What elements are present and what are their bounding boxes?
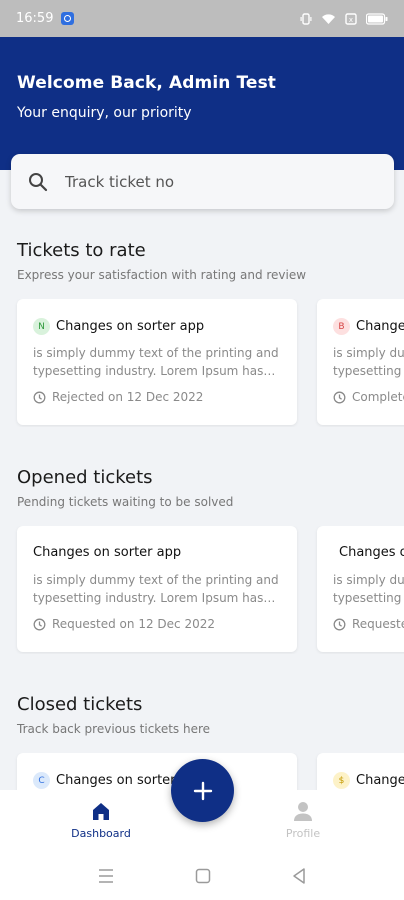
ticket-date: Requested on 12 Dec 2022 — [52, 617, 215, 631]
person-icon — [294, 802, 312, 821]
clock-icon — [333, 618, 346, 630]
back-icon[interactable] — [291, 867, 307, 885]
clock-icon — [333, 391, 346, 403]
ticket-card[interactable]: Changes on sorter app is simply dummy te… — [17, 526, 297, 652]
wifi-icon — [322, 13, 335, 24]
nav-profile[interactable]: Profile — [263, 800, 343, 840]
ticket-description: is simply dummy text of the printing and… — [33, 573, 279, 605]
svg-text:x: x — [349, 16, 353, 24]
clock-icon — [33, 618, 46, 630]
ticket-date: Rejected on 12 Dec 2022 — [52, 390, 204, 404]
search-bar[interactable] — [11, 154, 394, 209]
section-subtitle: Express your satisfaction with rating an… — [17, 268, 307, 282]
nav-label: Profile — [285, 827, 321, 840]
clock-icon — [33, 391, 46, 403]
section-title: Opened tickets — [17, 467, 153, 488]
status-badge: C — [33, 772, 50, 789]
header: Welcome Back, Admin Test Your enquiry, o… — [0, 37, 404, 170]
ticket-date: Requested on 12 Dec 2022 — [352, 617, 404, 631]
battery-icon — [366, 12, 388, 25]
ticket-card[interactable]: Changes on sorter app is simply dummy te… — [317, 526, 404, 652]
ticket-title: Changes on sorter app — [56, 319, 205, 334]
sim-icon: x — [345, 12, 357, 25]
recents-icon[interactable] — [98, 867, 114, 885]
home-button-icon[interactable] — [195, 867, 211, 885]
welcome-title: Welcome Back, Admin Test — [17, 73, 277, 93]
ticket-date: Completed on 12 Dec 2022 — [352, 390, 404, 404]
search-icon — [29, 172, 48, 191]
status-icons: x — [300, 12, 388, 25]
status-bar: 16:59 x — [0, 0, 404, 37]
ticket-card[interactable]: N Changes on sorter app is simply dummy … — [17, 299, 297, 425]
nav-label: Dashboard — [71, 827, 131, 840]
section-subtitle: Track back previous tickets here — [17, 722, 211, 736]
ticket-title: Changes on sorter app — [339, 545, 404, 560]
ticket-title: Changes on sorter app — [356, 773, 404, 788]
section-subtitle: Pending tickets waiting to be solved — [17, 495, 234, 509]
section-title: Closed tickets — [17, 694, 143, 715]
ticket-description: is simply dummy text of the printing and… — [333, 346, 404, 378]
ticket-title: Changes on sorter app — [33, 545, 182, 560]
card-carousel[interactable]: Changes on sorter app is simply dummy te… — [0, 526, 404, 654]
ticket-description: is simply dummy text of the printing and… — [33, 346, 279, 378]
system-navigation — [0, 852, 404, 900]
welcome-subtitle: Your enquiry, our priority — [17, 105, 192, 121]
home-icon — [93, 803, 109, 820]
ticket-card[interactable]: B Changes on sorter app is simply dummy … — [317, 299, 404, 425]
plus-icon — [193, 781, 212, 800]
search-input[interactable] — [65, 172, 365, 191]
section-title: Tickets to rate — [17, 240, 146, 261]
status-badge: N — [33, 318, 50, 335]
ticket-description: is simply dummy text of the printing and… — [333, 573, 404, 605]
status-badge: $ — [333, 772, 350, 789]
ticket-title: Changes on sorter app — [356, 319, 404, 334]
card-carousel[interactable]: N Changes on sorter app is simply dummy … — [0, 299, 404, 427]
add-ticket-button[interactable] — [171, 759, 234, 822]
vibrate-icon — [300, 12, 312, 25]
app-notification-icon — [61, 12, 75, 25]
status-badge: B — [333, 318, 350, 335]
nav-dashboard[interactable]: Dashboard — [61, 800, 141, 840]
status-time: 16:59 — [16, 11, 54, 26]
